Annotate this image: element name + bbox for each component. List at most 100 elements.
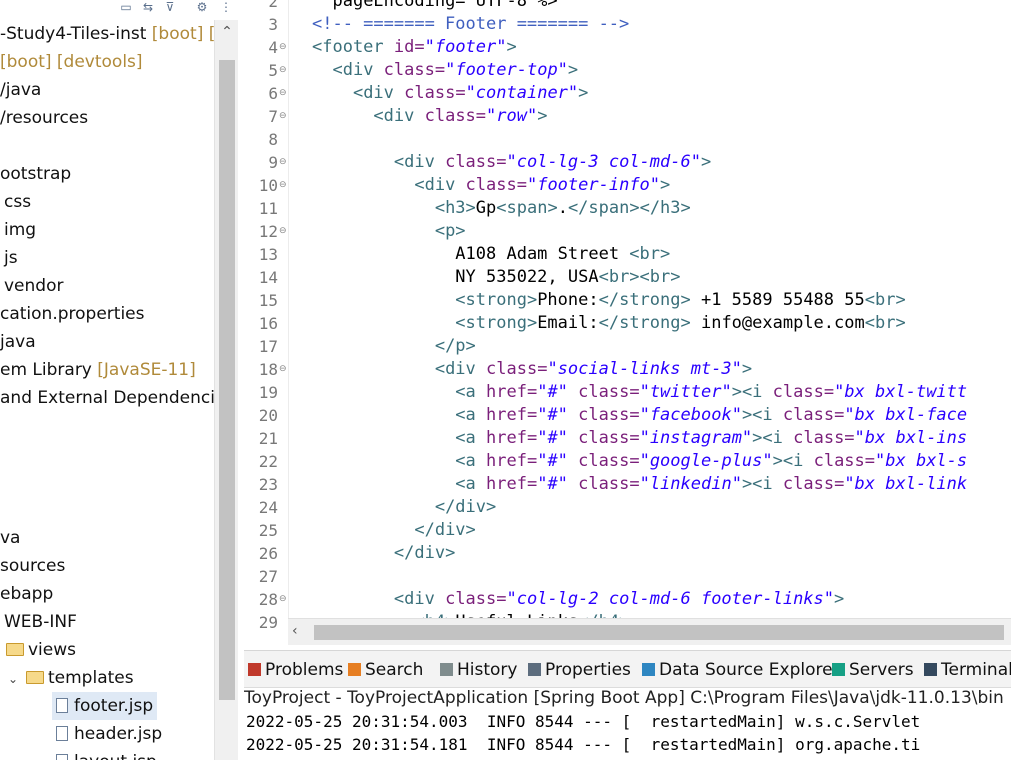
fold-toggle-icon[interactable]: ⊖ xyxy=(279,358,288,381)
tab-properties[interactable]: Properties xyxy=(528,651,631,687)
scrollbar-thumb[interactable] xyxy=(219,60,235,700)
tree-item[interactable]: img xyxy=(4,216,36,244)
tree-item[interactable]: cation.properties xyxy=(0,300,144,328)
code-area[interactable]: pageEncoding="UTF-8"%> <!-- ======= Foote… xyxy=(312,0,1011,618)
tab-problems[interactable]: Problems xyxy=(248,651,343,687)
code-token: <span> xyxy=(496,198,558,218)
scroll-left-arrow-icon[interactable]: ‹ xyxy=(292,623,298,639)
more-icon[interactable]: ⋮ xyxy=(218,0,234,14)
code-line[interactable]: <div class="footer-info"> xyxy=(312,174,670,197)
tree-item[interactable]: /java xyxy=(0,76,41,104)
code-line[interactable]: <a href="#" class="instagram"><i class="… xyxy=(312,427,967,450)
code-token: Phone: xyxy=(537,290,599,310)
tree-item[interactable]: em Library [JavaSE-11] xyxy=(0,356,196,384)
tree-item[interactable]: header.jsp xyxy=(52,720,166,748)
code-line[interactable]: <p> xyxy=(312,220,466,243)
code-line[interactable]: </div> xyxy=(312,542,455,565)
code-line[interactable]: <div class="container"> xyxy=(312,82,588,105)
tree-item[interactable]: css xyxy=(4,188,31,216)
code-token: "footer-info" xyxy=(526,175,661,195)
code-token: "#" xyxy=(537,451,568,471)
line-number: 2 xyxy=(268,0,278,11)
tree-item[interactable]: sources xyxy=(0,552,65,580)
code-line[interactable]: <h3>Gp<span>.</span></h3> xyxy=(312,197,691,220)
fold-toggle-icon[interactable]: ⊖ xyxy=(279,151,288,174)
view-menu-icon[interactable]: ⚙ xyxy=(194,0,210,14)
code-line[interactable]: </div> xyxy=(312,496,496,519)
code-token: class= xyxy=(404,83,466,103)
tree-item-label: /resources xyxy=(0,108,89,128)
code-line[interactable]: <div class="col-lg-3 col-md-6"> xyxy=(312,151,711,174)
scroll-up-arrow-icon[interactable]: ⌃ xyxy=(219,24,235,40)
code-token: "row" xyxy=(486,106,538,126)
code-line[interactable]: <a href="#" class="google-plus"><i class… xyxy=(312,450,967,473)
tab-data-source-explorer[interactable]: Data Source Explorer xyxy=(642,651,840,687)
code-editor[interactable]: 2 3 4 ⊖ 5 ⊖ 6 ⊖ 7 ⊖ 8 9 ⊖ 10 ⊖ 11 12 ⊖ 13 14 15 16 17 18 ⊖ 19 20 21… xyxy=(244,0,1011,645)
tree-item[interactable]: -Study4-Tiles-inst [boot] [c⌃ xyxy=(0,20,230,48)
tree-item[interactable]: layout.jsp xyxy=(52,748,161,760)
fold-toggle-icon[interactable]: ⊖ xyxy=(279,105,288,128)
link-with-editor-icon[interactable]: ⇆ xyxy=(140,0,156,14)
code-line[interactable]: <div class="col-lg-2 col-md-6 footer-lin… xyxy=(312,588,844,611)
code-line[interactable]: <!-- ======= Footer ======= --> xyxy=(312,13,629,36)
tree-item-label: cation.properties xyxy=(0,304,145,324)
tab-servers[interactable]: Servers xyxy=(832,651,914,687)
code-line[interactable]: </p> xyxy=(312,335,476,358)
code-line[interactable]: <div class="social-links mt-3"> xyxy=(312,358,752,381)
code-line[interactable]: <a href="#" class="facebook"><i class="b… xyxy=(312,404,967,427)
view-tabs: Problems Search History Properties Data Sour… xyxy=(244,651,1011,688)
code-token: "twitter" xyxy=(639,382,732,402)
code-line[interactable]: NY 535022, USA<br><br> xyxy=(312,266,680,289)
fold-toggle-icon[interactable]: ⊖ xyxy=(279,59,288,82)
code-line[interactable]: <strong>Email:</strong> info@example.com… xyxy=(312,312,905,335)
code-line[interactable]: <h4>Useful Links</h4> xyxy=(312,611,629,618)
code-line[interactable]: <div class="row"> xyxy=(312,105,547,128)
tree-item[interactable]: ootstrap xyxy=(0,160,71,188)
chevron-down-icon[interactable]: ⌄ xyxy=(8,665,22,693)
code-line[interactable]: <div class="footer-top"> xyxy=(312,59,578,82)
tree-item[interactable]: WEB-INF xyxy=(4,608,77,636)
code-line[interactable]: A108 Adam Street <br> xyxy=(312,243,670,266)
tree-item[interactable]: views xyxy=(6,636,76,664)
code-line[interactable]: <a href="#" class="twitter"><i class="bx… xyxy=(312,381,967,404)
code-token: <h3> xyxy=(434,198,476,218)
code-token: <a xyxy=(455,382,487,402)
line-number: 3 xyxy=(268,15,278,34)
tree-item[interactable]: and External Dependencies xyxy=(0,384,234,412)
code-line[interactable]: <a href="#" class="linkedin"><i class="b… xyxy=(312,473,967,496)
code-line[interactable]: <strong>Phone:</strong> +1 5589 55488 55… xyxy=(312,289,905,312)
tab-search[interactable]: Search xyxy=(348,651,423,687)
tree-item[interactable]: /resources xyxy=(0,104,88,132)
fold-toggle-icon[interactable]: ⊖ xyxy=(279,174,288,197)
tree-item[interactable]: java xyxy=(0,328,36,356)
code-line[interactable]: <footer id="footer"> xyxy=(312,36,517,59)
tree-item[interactable]: va xyxy=(0,524,20,552)
fold-toggle-icon[interactable]: ⊖ xyxy=(279,36,288,59)
tree-item-label: WEB-INF xyxy=(4,612,77,632)
code-token: <footer xyxy=(312,37,394,57)
scrollbar-thumb[interactable] xyxy=(314,625,1004,640)
explorer-toolbar: ▭ ⇆ ⊽ ⚙ ⋮ xyxy=(0,0,238,20)
code-line[interactable]: pageEncoding="UTF-8"%> xyxy=(312,0,557,13)
tree-item[interactable]: footer.jsp xyxy=(52,692,158,720)
fold-toggle-icon[interactable]: ⊖ xyxy=(279,588,288,611)
tree-item[interactable]: vendor xyxy=(4,272,63,300)
tree-item[interactable]: ebapp xyxy=(0,580,53,608)
tab-terminal[interactable]: Terminal xyxy=(924,651,1011,687)
collapse-all-icon[interactable]: ▭ xyxy=(118,0,134,14)
fold-toggle-icon[interactable]: ⊖ xyxy=(279,82,288,105)
project-explorer: ▭ ⇆ ⊽ ⚙ ⋮ -Study4-Tiles-inst [boot] [c⌃ [… xyxy=(0,0,238,760)
tree-item[interactable]: [boot] [devtools] xyxy=(0,48,143,76)
explorer-vertical-scrollbar[interactable]: ⌃ xyxy=(214,20,238,760)
tree-item-label: js xyxy=(4,248,18,268)
tree-item[interactable]: ⌄ templates xyxy=(8,664,134,692)
code-token: > xyxy=(537,106,548,126)
code-token: A108 Adam Street xyxy=(455,244,630,264)
filter-icon[interactable]: ⊽ xyxy=(162,0,178,14)
code-token: "facebook" xyxy=(639,405,742,425)
tree-item[interactable]: js xyxy=(4,244,18,272)
editor-horizontal-scrollbar[interactable]: ‹ xyxy=(288,618,1011,645)
code-line[interactable]: </div> xyxy=(312,519,475,542)
fold-toggle-icon[interactable]: ⊖ xyxy=(279,220,288,243)
tab-history[interactable]: History xyxy=(440,651,517,687)
